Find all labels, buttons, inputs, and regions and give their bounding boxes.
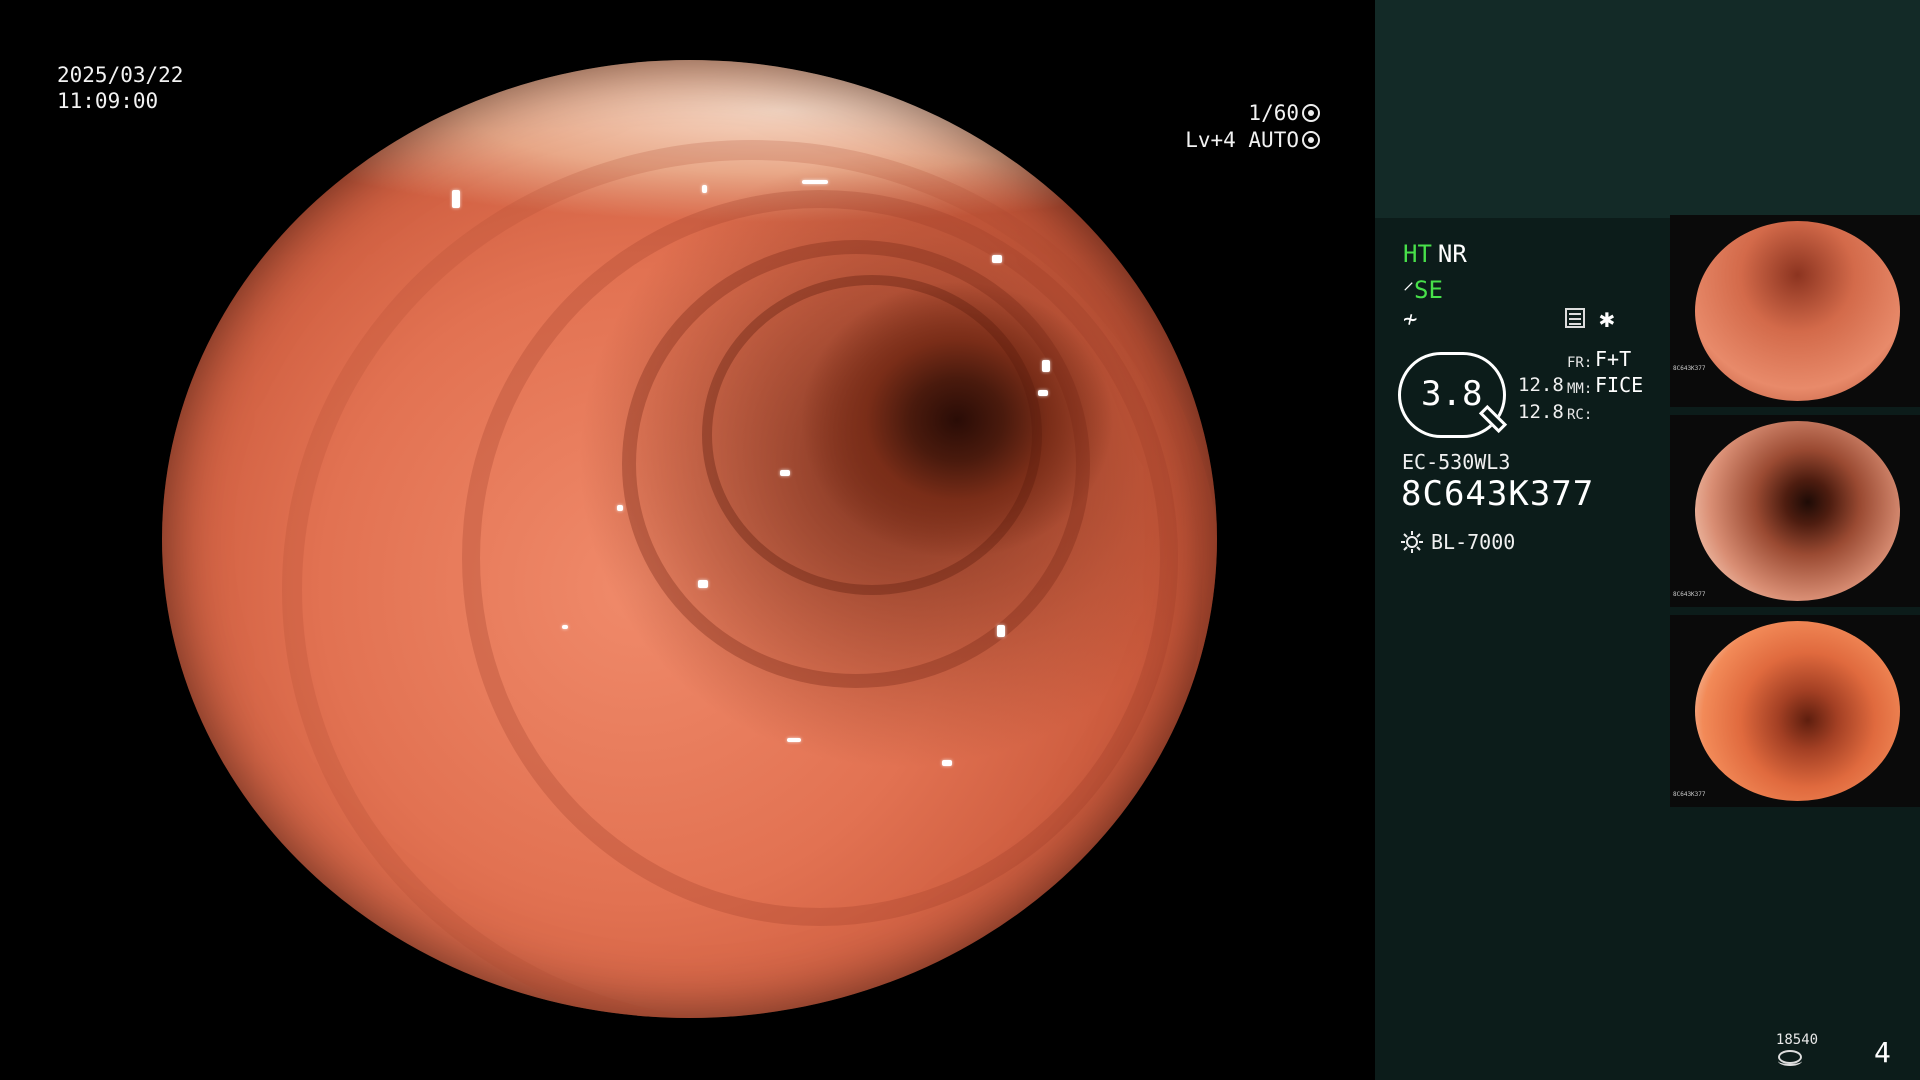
ht-mode: HT xyxy=(1403,240,1432,268)
se-indicator: ⸍SE xyxy=(1403,275,1443,305)
mm-label: MM: xyxy=(1567,381,1593,397)
info-panel: HT NR ⸍SE ≁ ✱ 3.8 12.8 12.8 FR: MM: RC: F… xyxy=(1375,0,1920,1080)
page-number: 4 xyxy=(1874,1036,1891,1069)
mm-value: FICE xyxy=(1595,373,1644,397)
specular-highlight xyxy=(452,190,460,208)
se-mode: SE xyxy=(1414,276,1443,304)
thumbnail-serial: 8C643K377 xyxy=(1673,791,1706,798)
thumbnail-image[interactable]: 8C643K377 xyxy=(1670,215,1920,407)
date-time: 2025/03/22 11:09:00 xyxy=(57,62,183,114)
mode-labels: FR: MM: RC: xyxy=(1567,350,1592,428)
menu-icon xyxy=(1565,308,1585,328)
value-1: 12.8 xyxy=(1518,374,1564,396)
nr-mode: NR xyxy=(1437,240,1467,268)
disk-icon xyxy=(1778,1050,1802,1066)
endoscopic-image xyxy=(162,60,1217,1018)
scope-model: EC-530WL3 xyxy=(1402,450,1511,474)
mucosal-fold xyxy=(282,140,1217,1018)
fr-label: FR: xyxy=(1567,355,1593,371)
specular-highlight xyxy=(942,760,952,766)
mode-indicators: HT NR xyxy=(1403,240,1467,268)
endoscope-view-panel: 2025/03/22 11:09:00 1/60 Lv+4 AUTO xyxy=(0,0,1375,1080)
rc-label: RC: xyxy=(1567,407,1593,423)
time-text: 11:09:00 xyxy=(57,89,159,113)
numeric-values: 12.8 12.8 xyxy=(1518,372,1564,426)
specular-highlight xyxy=(1042,360,1050,372)
structure-enhance-icon: ⸍ xyxy=(1403,279,1415,304)
sun-icon xyxy=(1401,531,1423,553)
scope-serial: 8C643K377 xyxy=(1401,474,1595,514)
thumbnail-image[interactable]: 8C643K377 xyxy=(1670,615,1920,807)
image-counter: 18540 xyxy=(1775,1032,1819,1048)
iris-text: Lv+4 AUTO xyxy=(1185,128,1299,152)
shutter-icon xyxy=(1302,104,1320,122)
mode-values: F+T FICE xyxy=(1595,346,1643,398)
specular-highlight xyxy=(802,180,828,184)
shutter-text: 1/60 xyxy=(1248,101,1299,125)
thumbnail-view xyxy=(1695,221,1900,401)
fr-value: F+T xyxy=(1595,347,1632,371)
specular-highlight xyxy=(702,185,707,193)
zoom-value: 3.8 xyxy=(1421,374,1483,414)
specular-highlight xyxy=(1038,390,1048,396)
thumbnail-view xyxy=(1695,621,1900,801)
value-2: 12.8 xyxy=(1518,401,1564,423)
light-source-text: BL-7000 xyxy=(1431,530,1516,554)
thumbnail-strip: 8C643K377 8C643K377 8C643K377 xyxy=(1670,215,1920,815)
color-enhance-icon: ≁ xyxy=(1403,305,1418,333)
specular-highlight xyxy=(992,255,1002,263)
thumbnail-serial: 8C643K377 xyxy=(1673,365,1706,372)
iris-icon xyxy=(1302,131,1320,149)
thumbnail-serial: 8C643K377 xyxy=(1673,591,1706,598)
thumbnail-image[interactable]: 8C643K377 xyxy=(1670,415,1920,607)
info-panel-header xyxy=(1375,0,1920,218)
date-text: 2025/03/22 xyxy=(57,63,184,87)
specular-highlight xyxy=(698,580,708,588)
specular-highlight xyxy=(780,470,790,476)
specular-highlight xyxy=(562,625,568,629)
specular-highlight xyxy=(997,625,1005,637)
specular-highlight xyxy=(787,738,801,742)
specular-highlight xyxy=(617,505,623,511)
light-source: BL-7000 xyxy=(1401,530,1515,554)
star-icon: ✱ xyxy=(1599,304,1615,334)
thumbnail-view xyxy=(1695,421,1900,601)
exposure-info: 1/60 Lv+4 AUTO xyxy=(1185,100,1320,154)
